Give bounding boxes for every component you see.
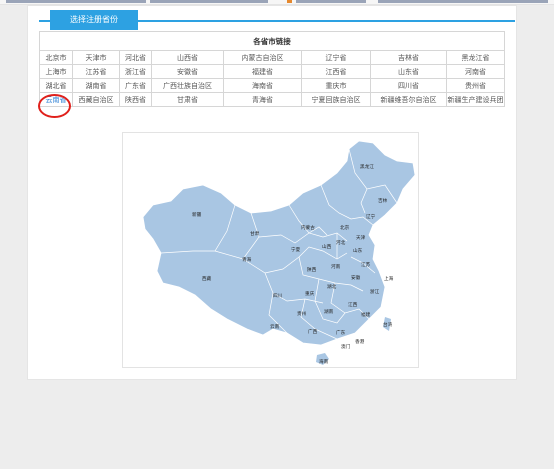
- table-row: 北京市 天津市 河北省 山西省 内蒙古自治区 辽宁省 吉林省 黑龙江省: [39, 50, 505, 65]
- map-label-zhejiang[interactable]: 浙江: [370, 288, 380, 295]
- province-link[interactable]: 湖北省: [39, 78, 73, 93]
- province-link[interactable]: 福建省: [223, 64, 302, 79]
- map-label-tianjin[interactable]: 天津: [356, 234, 366, 241]
- map-label-liaoning[interactable]: 辽宁: [366, 213, 376, 220]
- map-label-shaanxi[interactable]: 陕西: [307, 266, 317, 273]
- map-label-beijing[interactable]: 北京: [340, 224, 350, 231]
- highlight-circle-annotation: [38, 94, 71, 118]
- map-label-fujian[interactable]: 福建: [361, 311, 371, 318]
- map-label-shanxi[interactable]: 山西: [322, 243, 332, 250]
- province-link[interactable]: 广西壮族自治区: [151, 78, 224, 93]
- map-label-jiangsu[interactable]: 江苏: [361, 261, 371, 268]
- map-label-jilin[interactable]: 吉林: [378, 197, 388, 204]
- province-link[interactable]: 湖南省: [72, 78, 120, 93]
- table-title: 各省市链接: [39, 31, 505, 51]
- map-label-hongkong[interactable]: 香港: [355, 338, 365, 345]
- province-link[interactable]: 北京市: [39, 50, 73, 65]
- map-label-guizhou[interactable]: 贵州: [297, 310, 307, 317]
- province-link[interactable]: 宁夏回族自治区: [301, 92, 371, 107]
- map-label-xizang[interactable]: 西藏: [202, 275, 212, 282]
- select-province-tab[interactable]: 选择注册省份: [50, 10, 138, 30]
- province-link[interactable]: 浙江省: [119, 64, 152, 79]
- map-label-guangxi[interactable]: 广西: [308, 328, 318, 335]
- map-label-xinjiang[interactable]: 新疆: [192, 211, 202, 218]
- table-row: 湖北省 湖南省 广东省 广西壮族自治区 海南省 重庆市 四川省 贵州省: [39, 78, 505, 93]
- map-label-qinghai[interactable]: 青海: [242, 256, 252, 263]
- province-link[interactable]: 内蒙古自治区: [223, 50, 302, 65]
- province-link[interactable]: 重庆市: [301, 78, 371, 93]
- map-label-yunnan[interactable]: 云南: [270, 323, 280, 330]
- map-label-shanghai[interactable]: 上海: [384, 275, 394, 282]
- table-row: 云南省 西藏自治区 陕西省 甘肃省 青海省 宁夏回族自治区 新疆维吾尔自治区 新…: [39, 92, 505, 107]
- map-label-macau[interactable]: 澳门: [341, 343, 351, 350]
- map-label-ningxia[interactable]: 宁夏: [291, 246, 301, 253]
- map-label-anhui[interactable]: 安徽: [351, 274, 361, 281]
- map-label-sichuan[interactable]: 四川: [273, 293, 283, 299]
- province-link[interactable]: 江西省: [301, 64, 371, 79]
- province-link[interactable]: 新疆维吾尔自治区: [370, 92, 447, 107]
- china-map-svg: 黑龙江 吉林 辽宁 内蒙古 北京 天津 河北 山西 山东 新疆 甘肃 宁夏 陕西…: [142, 140, 416, 365]
- map-label-shandong[interactable]: 山东: [353, 247, 363, 254]
- map-label-chongqing[interactable]: 重庆: [305, 290, 315, 297]
- table-row: 上海市 江苏省 浙江省 安徽省 福建省 江西省 山东省 河南省: [39, 64, 505, 79]
- map-label-jiangxi[interactable]: 江西: [348, 301, 358, 308]
- province-link[interactable]: 贵州省: [446, 78, 505, 93]
- province-link[interactable]: 河南省: [446, 64, 505, 79]
- province-link[interactable]: 西藏自治区: [72, 92, 120, 107]
- province-link-table: 各省市链接 北京市 天津市 河北省 山西省 内蒙古自治区 辽宁省 吉林省 黑龙江…: [39, 31, 505, 107]
- province-link[interactable]: 青海省: [223, 92, 302, 107]
- map-label-hainan[interactable]: 海南: [319, 358, 329, 365]
- map-label-henan[interactable]: 河南: [331, 263, 341, 270]
- map-label-hebei[interactable]: 河北: [336, 239, 346, 246]
- province-link[interactable]: 山西省: [151, 50, 224, 65]
- province-link[interactable]: 黑龙江省: [446, 50, 505, 65]
- province-link[interactable]: 甘肃省: [151, 92, 224, 107]
- province-link[interactable]: 安徽省: [151, 64, 224, 79]
- province-link[interactable]: 吉林省: [370, 50, 447, 65]
- province-link[interactable]: 江苏省: [72, 64, 120, 79]
- china-mainland-shape: [142, 140, 416, 346]
- province-link[interactable]: 四川省: [370, 78, 447, 93]
- province-link[interactable]: 广东省: [119, 78, 152, 93]
- province-link[interactable]: 辽宁省: [301, 50, 371, 65]
- map-label-neimenggu[interactable]: 内蒙古: [301, 224, 315, 231]
- province-link[interactable]: 山东省: [370, 64, 447, 79]
- province-link[interactable]: 新疆生产建设兵团: [446, 92, 505, 107]
- province-link[interactable]: 海南省: [223, 78, 302, 93]
- map-label-gansu[interactable]: 甘肃: [250, 230, 260, 237]
- province-link[interactable]: 河北省: [119, 50, 152, 65]
- province-link[interactable]: 天津市: [72, 50, 120, 65]
- map-label-hunan[interactable]: 湖南: [324, 308, 334, 315]
- china-map: 黑龙江 吉林 辽宁 内蒙古 北京 天津 河北 山西 山东 新疆 甘肃 宁夏 陕西…: [122, 132, 419, 368]
- map-label-taiwan[interactable]: 台湾: [383, 321, 393, 328]
- province-link[interactable]: 陕西省: [119, 92, 152, 107]
- map-label-guangdong[interactable]: 广东: [336, 329, 346, 336]
- map-label-hubei[interactable]: 湖北: [327, 283, 337, 290]
- province-link[interactable]: 上海市: [39, 64, 73, 79]
- table-header-row: 各省市链接: [39, 31, 505, 51]
- map-label-heilongjiang[interactable]: 黑龙江: [360, 163, 374, 170]
